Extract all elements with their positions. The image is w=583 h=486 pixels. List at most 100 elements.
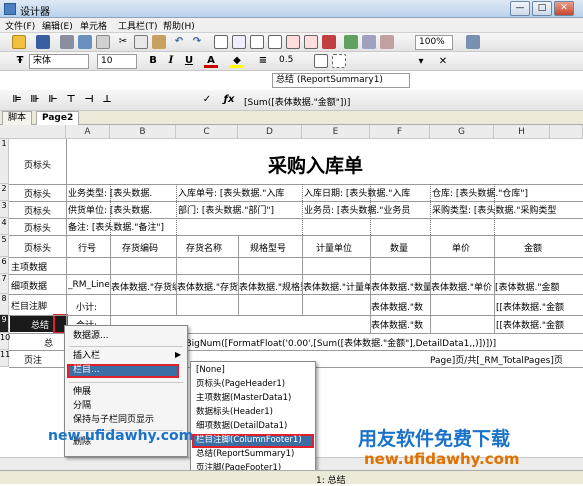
- menu-item-insert-band[interactable]: 插入栏: [73, 350, 100, 363]
- header-amount[interactable]: 金额: [524, 241, 542, 254]
- row-number[interactable]: 5: [0, 235, 9, 257]
- border-icon[interactable]: [314, 54, 328, 68]
- header-spec[interactable]: 规格型号: [250, 241, 286, 254]
- submenu-item-detail-data[interactable]: 细项数据(DetailData1): [193, 420, 313, 433]
- redo-icon[interactable]: ↷: [190, 35, 204, 49]
- delete-col-icon[interactable]: [304, 35, 318, 49]
- col-header-c[interactable]: C: [176, 125, 238, 139]
- underline-icon[interactable]: U: [182, 54, 196, 68]
- print-icon[interactable]: [60, 35, 74, 49]
- detail-amount[interactable]: [表体数据."金额: [495, 280, 582, 293]
- col-header-d[interactable]: D: [238, 125, 302, 139]
- detail-line[interactable]: _RM_Line]: [68, 280, 110, 290]
- line-width-icon[interactable]: ≡: [256, 54, 270, 68]
- col-header-e[interactable]: E: [302, 125, 370, 139]
- font-size-select[interactable]: 10: [97, 54, 137, 69]
- submenu-item-header[interactable]: 数据标头(Header1): [193, 406, 313, 419]
- close-button[interactable]: ✕: [554, 1, 574, 16]
- no-border-icon[interactable]: [332, 54, 346, 68]
- menu-cell[interactable]: 单元格: [80, 19, 107, 32]
- row-number[interactable]: 10: [0, 333, 10, 350]
- paste-icon[interactable]: [152, 35, 166, 49]
- page-setup-icon[interactable]: [96, 35, 110, 49]
- header-unit[interactable]: 计量单位: [316, 241, 352, 254]
- menu-item-keep-together[interactable]: 保持与子栏同页显示: [73, 414, 154, 427]
- col-header-a[interactable]: A: [66, 125, 110, 139]
- subtotal-amount[interactable]: [[表体数据."金额: [496, 300, 582, 313]
- menu-help[interactable]: 帮助(H): [163, 19, 195, 32]
- cell-receipt-date[interactable]: 入库日期: [表头数据."入库: [304, 186, 430, 199]
- formula-input[interactable]: [Sum([表体数据."金额"])]: [244, 95, 574, 108]
- row-number[interactable]: 8: [0, 294, 9, 315]
- tab-page2[interactable]: Page2: [36, 111, 80, 125]
- dropdown-arrow-icon[interactable]: ▾: [414, 55, 428, 69]
- maximize-button[interactable]: □: [532, 1, 552, 16]
- subtotal-qty[interactable]: 表体数据."数: [371, 300, 430, 313]
- menu-edit[interactable]: 编辑(E): [42, 19, 73, 32]
- image-icon[interactable]: [362, 35, 376, 49]
- line-width-select[interactable]: 0.5: [276, 54, 308, 69]
- submenu-item-column-footer[interactable]: 栏目注脚(ColumnFooter1): [193, 434, 313, 447]
- row-number[interactable]: 3: [0, 201, 9, 218]
- chart-icon[interactable]: [344, 35, 358, 49]
- preview-icon[interactable]: [78, 35, 92, 49]
- band-select[interactable]: 总结 (ReportSummary1): [272, 73, 410, 88]
- bold-icon[interactable]: B: [146, 54, 160, 68]
- detail-item-code[interactable]: 表体数据."存货编: [111, 280, 176, 293]
- header-line-no[interactable]: 行号: [78, 241, 96, 254]
- menu-item-stretch[interactable]: 伸展: [73, 386, 91, 399]
- submenu-item-master-data[interactable]: 主项数据(MasterData1): [193, 392, 313, 405]
- page-footer-text[interactable]: Page]页/共[_RM_TotalPages]页: [430, 353, 582, 366]
- row-number[interactable]: 11: [0, 350, 10, 367]
- cell-business-type[interactable]: 业务类型: [表头数据.: [68, 186, 176, 199]
- italic-icon[interactable]: I: [164, 54, 178, 68]
- header-item-name[interactable]: 存货名称: [186, 241, 222, 254]
- delete-row-icon[interactable]: [286, 35, 300, 49]
- col-header-h[interactable]: H: [494, 125, 550, 139]
- cell-remark[interactable]: 备注: [表头数据."备注"]: [68, 220, 268, 233]
- col-header-g[interactable]: G: [430, 125, 494, 139]
- submenu-item-report-summary[interactable]: 总结(ReportSummary1): [193, 448, 313, 461]
- delete-icon[interactable]: [322, 35, 336, 49]
- menu-item-split[interactable]: 分隔: [73, 400, 91, 413]
- merge-icon[interactable]: [232, 35, 246, 49]
- header-price[interactable]: 单价: [452, 241, 470, 254]
- cell-supplier[interactable]: 供货单位: [表头数据.: [68, 203, 176, 216]
- submenu-item-none[interactable]: [None]: [193, 364, 313, 377]
- menu-toolbar[interactable]: 工具栏(T): [118, 19, 158, 32]
- align-bottom-icon[interactable]: ⊥: [100, 93, 114, 107]
- copy-icon[interactable]: [134, 35, 148, 49]
- font-select[interactable]: 宋体: [29, 54, 89, 69]
- align-center-icon[interactable]: ⊪: [28, 93, 42, 107]
- new-icon[interactable]: [12, 35, 26, 49]
- cut-icon[interactable]: ✂: [116, 35, 130, 49]
- cell-purchase-type[interactable]: 采购类型: [表头数据."采购类型: [432, 203, 582, 216]
- header-qty[interactable]: 数量: [390, 241, 408, 254]
- align-middle-icon[interactable]: ⊣: [82, 93, 96, 107]
- cell-warehouse[interactable]: 仓库: [表头数据."仓库"]: [432, 186, 582, 199]
- close-icon[interactable]: ✕: [436, 55, 450, 69]
- total-amount[interactable]: [[表体数据."金额: [496, 318, 582, 331]
- zoom-select[interactable]: 100%: [415, 35, 453, 50]
- report-title[interactable]: 采购入库单: [268, 151, 363, 178]
- row-number-selected[interactable]: 9: [0, 315, 9, 333]
- menu-item-band[interactable]: 栏目...: [73, 364, 100, 377]
- cell-department[interactable]: 部门: [表头数据."部门"]: [178, 203, 302, 216]
- row-number[interactable]: 4: [0, 218, 9, 235]
- detail-unit[interactable]: 表体数据."计量单: [303, 280, 370, 293]
- row-number[interactable]: 2: [0, 184, 9, 201]
- cell-receipt-no[interactable]: 入库单号: [表头数据."入库: [178, 186, 302, 199]
- col-header-b[interactable]: B: [110, 125, 176, 139]
- subtotal-label[interactable]: 小计:: [76, 300, 97, 313]
- undo-icon[interactable]: ↶: [172, 35, 186, 49]
- insert-row-icon[interactable]: [250, 35, 264, 49]
- align-top-icon[interactable]: ⊤: [64, 93, 78, 107]
- total-qty[interactable]: 表体数据."数: [371, 318, 430, 331]
- detail-item-name[interactable]: 表体数据."存货名: [177, 280, 238, 293]
- property-icon[interactable]: [466, 35, 480, 49]
- align-right-icon[interactable]: ⊩: [46, 93, 60, 107]
- detail-spec[interactable]: 表体数据."规格型: [239, 280, 302, 293]
- menu-item-datasource[interactable]: 数据源...: [73, 330, 109, 343]
- detail-qty[interactable]: 表体数据."数量: [371, 280, 430, 293]
- amount-in-words[interactable]: ToBigNum([FormatFloat('0.00',[Sum([表体数据.…: [176, 336, 582, 349]
